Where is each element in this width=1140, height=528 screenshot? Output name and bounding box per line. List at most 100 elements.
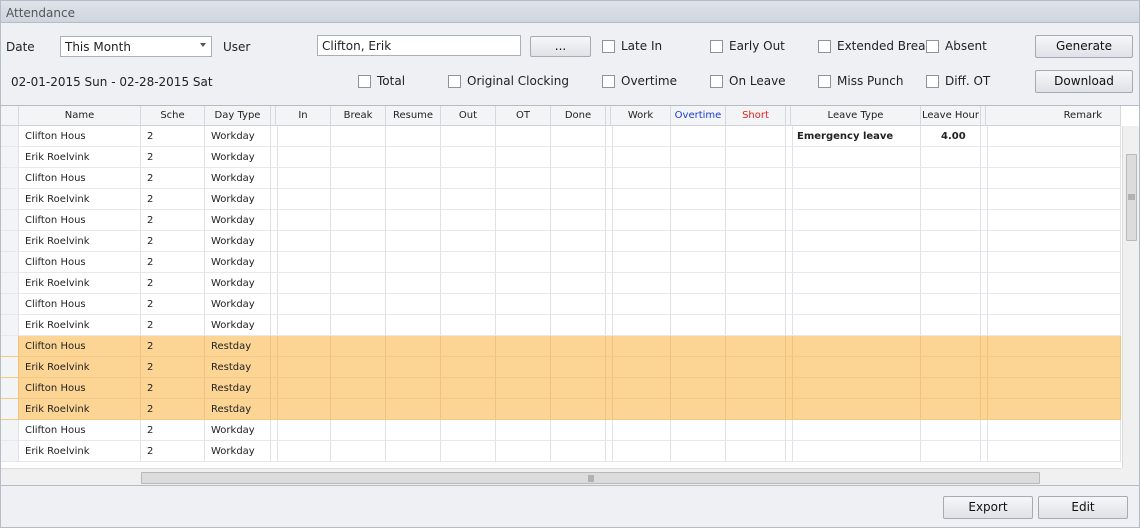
cell-name[interactable]: Clifton Hous <box>19 336 141 357</box>
row-selector[interactable] <box>1 189 19 210</box>
cell-resume[interactable] <box>386 252 441 273</box>
column-header-short[interactable]: Short <box>726 106 786 126</box>
cell-break[interactable] <box>331 231 386 252</box>
cell-remark[interactable] <box>986 420 1121 441</box>
cell-sche[interactable]: 2 <box>141 252 205 273</box>
cell-in[interactable] <box>276 210 331 231</box>
cell-overtime[interactable] <box>671 378 726 399</box>
table-row[interactable]: Erik Roelvink 2 Workday <box>1 441 1121 462</box>
row-selector[interactable] <box>1 399 19 420</box>
cell-name[interactable]: Clifton Hous <box>19 294 141 315</box>
cell-leave-type[interactable] <box>791 147 921 168</box>
column-header-work[interactable]: Work <box>611 106 671 126</box>
cell-remark[interactable] <box>986 399 1121 420</box>
cell-done[interactable] <box>551 336 606 357</box>
column-header-name[interactable]: Name <box>19 106 141 126</box>
export-button[interactable]: Export <box>943 496 1033 519</box>
table-row[interactable]: Clifton Hous 2 Workday <box>1 420 1121 441</box>
cell-out[interactable] <box>441 252 496 273</box>
vertical-scrollbar[interactable] <box>1122 126 1139 468</box>
row-selector[interactable] <box>1 126 19 147</box>
checkbox-box[interactable] <box>710 74 723 88</box>
cell-sche[interactable]: 2 <box>141 294 205 315</box>
cell-short[interactable] <box>726 315 786 336</box>
cell-leave-hour[interactable] <box>921 378 981 399</box>
cell-work[interactable] <box>611 210 671 231</box>
cell-leave-type[interactable] <box>791 399 921 420</box>
cell-leave-type[interactable] <box>791 252 921 273</box>
cell-name[interactable]: Erik Roelvink <box>19 273 141 294</box>
column-header-out[interactable]: Out <box>441 106 496 126</box>
cell-sche[interactable]: 2 <box>141 189 205 210</box>
cell-remark[interactable] <box>986 252 1121 273</box>
cell-remark[interactable] <box>986 378 1121 399</box>
cell-remark[interactable] <box>986 336 1121 357</box>
user-field[interactable] <box>317 35 521 56</box>
cell-done[interactable] <box>551 378 606 399</box>
cell-leave-type[interactable] <box>791 294 921 315</box>
cell-overtime[interactable] <box>671 336 726 357</box>
cell-overtime[interactable] <box>671 231 726 252</box>
checkbox-box[interactable] <box>926 39 939 53</box>
cell-out[interactable] <box>441 294 496 315</box>
cell-work[interactable] <box>611 231 671 252</box>
cell-ot[interactable] <box>496 378 551 399</box>
cell-in[interactable] <box>276 378 331 399</box>
table-row[interactable]: Clifton Hous 2 Workday <box>1 168 1121 189</box>
table-row[interactable]: Erik Roelvink 2 Restday <box>1 357 1121 378</box>
cell-sche[interactable]: 2 <box>141 357 205 378</box>
cell-day-type[interactable]: Workday <box>205 252 271 273</box>
cell-out[interactable] <box>441 420 496 441</box>
cell-remark[interactable] <box>986 210 1121 231</box>
miss-punch-checkbox[interactable]: Miss Punch <box>818 74 903 88</box>
cell-leave-hour[interactable] <box>921 252 981 273</box>
cell-short[interactable] <box>726 147 786 168</box>
cell-done[interactable] <box>551 273 606 294</box>
cell-name[interactable]: Erik Roelvink <box>19 231 141 252</box>
cell-in[interactable] <box>276 357 331 378</box>
cell-leave-type[interactable] <box>791 315 921 336</box>
cell-day-type[interactable]: Workday <box>205 168 271 189</box>
cell-leave-type[interactable] <box>791 189 921 210</box>
cell-work[interactable] <box>611 336 671 357</box>
cell-short[interactable] <box>726 357 786 378</box>
cell-break[interactable] <box>331 273 386 294</box>
horizontal-scrollbar[interactable] <box>1 468 1121 485</box>
cell-break[interactable] <box>331 189 386 210</box>
cell-name[interactable]: Erik Roelvink <box>19 357 141 378</box>
cell-done[interactable] <box>551 441 606 462</box>
cell-overtime[interactable] <box>671 252 726 273</box>
cell-done[interactable] <box>551 399 606 420</box>
cell-done[interactable] <box>551 210 606 231</box>
cell-work[interactable] <box>611 399 671 420</box>
cell-work[interactable] <box>611 294 671 315</box>
cell-break[interactable] <box>331 252 386 273</box>
cell-done[interactable] <box>551 147 606 168</box>
cell-day-type[interactable]: Workday <box>205 315 271 336</box>
cell-leave-hour[interactable] <box>921 273 981 294</box>
cell-day-type[interactable]: Restday <box>205 399 271 420</box>
cell-break[interactable] <box>331 315 386 336</box>
extended-break-checkbox[interactable]: Extended Break <box>818 39 932 53</box>
cell-short[interactable] <box>726 168 786 189</box>
column-header-day-type[interactable]: Day Type <box>205 106 271 126</box>
cell-name[interactable]: Clifton Hous <box>19 420 141 441</box>
table-row[interactable]: Clifton Hous 2 Workday Emergency leave 4.00 <box>1 126 1121 147</box>
table-row[interactable]: Clifton Hous 2 Restday <box>1 336 1121 357</box>
cell-work[interactable] <box>611 168 671 189</box>
row-selector[interactable] <box>1 210 19 231</box>
cell-leave-hour[interactable] <box>921 189 981 210</box>
cell-leave-type[interactable] <box>791 420 921 441</box>
cell-break[interactable] <box>331 147 386 168</box>
column-header-break[interactable]: Break <box>331 106 386 126</box>
overtime-checkbox[interactable]: Overtime <box>602 74 677 88</box>
cell-sche[interactable]: 2 <box>141 315 205 336</box>
cell-break[interactable] <box>331 441 386 462</box>
cell-day-type[interactable]: Restday <box>205 336 271 357</box>
table-row[interactable]: Clifton Hous 2 Workday <box>1 252 1121 273</box>
cell-leave-type[interactable] <box>791 168 921 189</box>
cell-remark[interactable] <box>986 441 1121 462</box>
cell-break[interactable] <box>331 126 386 147</box>
user-input[interactable] <box>318 36 520 55</box>
cell-short[interactable] <box>726 126 786 147</box>
